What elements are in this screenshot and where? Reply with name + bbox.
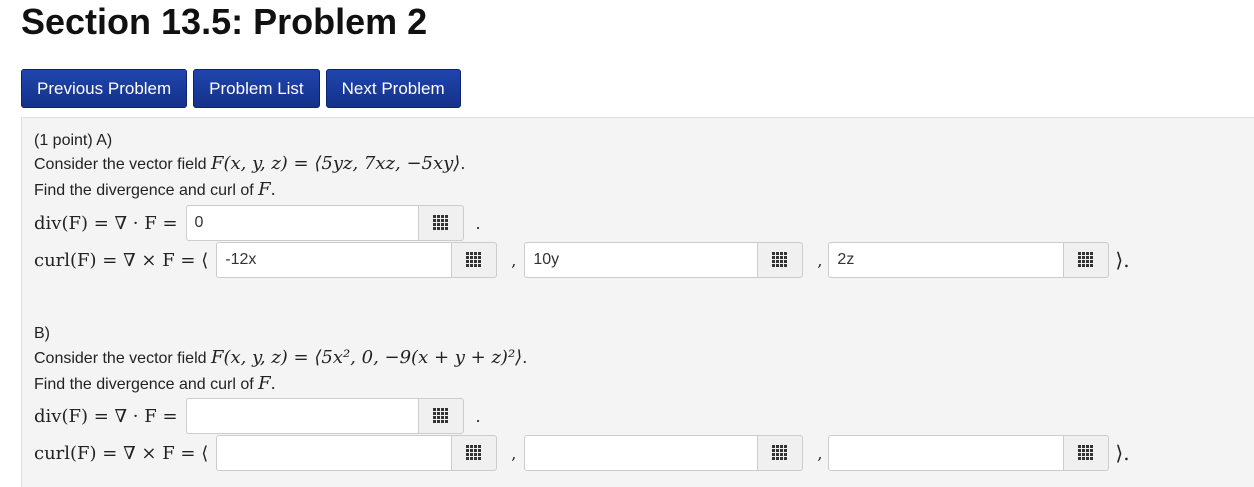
part-a-curl-palette-button-1[interactable] xyxy=(452,242,498,278)
part-a-curl-comma-2: , xyxy=(817,250,823,270)
part-b-div-period: . xyxy=(475,406,481,426)
part-b-find-symbol: F xyxy=(258,373,271,394)
part-a-header: (1 point) A) xyxy=(34,132,113,149)
equation-palette-icon xyxy=(432,215,449,231)
part-b-curl-label: curl(F) = ∇ × F = ⟨ xyxy=(34,442,209,464)
equation-palette-icon xyxy=(1078,445,1094,461)
part-b-curl-row: curl(F) = ∇ × F = ⟨ , , ⟩. xyxy=(34,435,1130,471)
part-b-div-label: div(F) = ∇ · F = xyxy=(34,405,178,427)
part-b-div-input[interactable] xyxy=(185,398,419,434)
part-a-find-text: Find the divergence and curl of F. xyxy=(34,180,276,201)
part-a-div-row: div(F) = ∇ · F = . xyxy=(34,205,481,241)
part-a-curl-row: curl(F) = ∇ × F = ⟨ , , ⟩. xyxy=(34,242,1130,278)
part-b-statement: Consider the vector field F(x, y, z) = ⟨… xyxy=(34,348,527,369)
part-b-field-expression: F(x, y, z) = ⟨5x², 0, −9(x + y + z)²⟩ xyxy=(210,347,523,368)
part-a-curl-close: ⟩. xyxy=(1115,248,1130,272)
part-b-curl-close: ⟩. xyxy=(1115,441,1130,465)
part-a-curl-comma-1: , xyxy=(511,250,517,270)
page-title: Section 13.5: Problem 2 xyxy=(21,1,428,42)
equation-palette-icon xyxy=(432,408,449,424)
part-b-curl-palette-button-3[interactable] xyxy=(1064,435,1110,471)
part-a-find-period: . xyxy=(270,180,276,199)
part-a-curl-input-1[interactable] xyxy=(216,242,453,278)
part-b-curl-comma-2: , xyxy=(817,443,823,463)
equation-palette-icon xyxy=(772,252,788,268)
part-a-curl-label: curl(F) = ∇ × F = ⟨ xyxy=(34,249,209,271)
previous-problem-button[interactable]: Previous Problem xyxy=(21,69,188,108)
part-a-intro: Consider the vector field xyxy=(34,156,207,173)
part-b-curl-palette-button-1[interactable] xyxy=(452,435,498,471)
part-a-div-period: . xyxy=(475,213,481,233)
part-b-find-period: . xyxy=(270,374,276,393)
part-b-curl-input-2[interactable] xyxy=(524,435,759,471)
part-a-curl-palette-button-2[interactable] xyxy=(758,242,804,278)
part-a-find-symbol: F xyxy=(258,179,271,200)
part-b-div-palette-button[interactable] xyxy=(418,398,464,434)
part-a-curl-palette-button-3[interactable] xyxy=(1064,242,1110,278)
equation-palette-icon xyxy=(1078,252,1094,268)
part-b-div-row: div(F) = ∇ · F = . xyxy=(34,398,481,434)
part-b-find-text: Find the divergence and curl of F. xyxy=(34,374,276,395)
part-b-intro: Consider the vector field xyxy=(34,350,207,367)
part-a-div-label: div(F) = ∇ · F = xyxy=(34,212,178,234)
part-b-curl-input-1[interactable] xyxy=(216,435,453,471)
part-a-curl-input-2[interactable] xyxy=(524,242,759,278)
equation-palette-icon xyxy=(772,445,788,461)
part-b-curl-input-3[interactable] xyxy=(828,435,1065,471)
problem-panel: (1 point) A) Consider the vector field F… xyxy=(21,117,1254,487)
part-a-div-palette-button[interactable] xyxy=(418,205,464,241)
part-b-find: Find the divergence and curl of xyxy=(34,376,254,393)
part-a-field-expression: F(x, y, z) = ⟨5yz, 7xz, −5xy⟩ xyxy=(210,153,461,174)
part-b-statement-period: . xyxy=(522,348,528,367)
part-b-curl-comma-1: , xyxy=(511,443,517,463)
part-a-statement: Consider the vector field F(x, y, z) = ⟨… xyxy=(34,154,465,175)
equation-palette-icon xyxy=(466,445,482,461)
equation-palette-icon xyxy=(466,252,482,268)
problem-list-button[interactable]: Problem List xyxy=(193,69,320,108)
part-a-curl-input-3[interactable] xyxy=(828,242,1065,278)
part-a-div-input[interactable] xyxy=(185,205,419,241)
part-b-header: B) xyxy=(34,325,50,342)
next-problem-button[interactable]: Next Problem xyxy=(325,69,461,108)
part-a-find: Find the divergence and curl of xyxy=(34,182,254,199)
part-a-statement-period: . xyxy=(460,154,466,173)
problem-nav: Previous Problem Problem List Next Probl… xyxy=(21,69,461,108)
part-b-curl-palette-button-2[interactable] xyxy=(758,435,804,471)
